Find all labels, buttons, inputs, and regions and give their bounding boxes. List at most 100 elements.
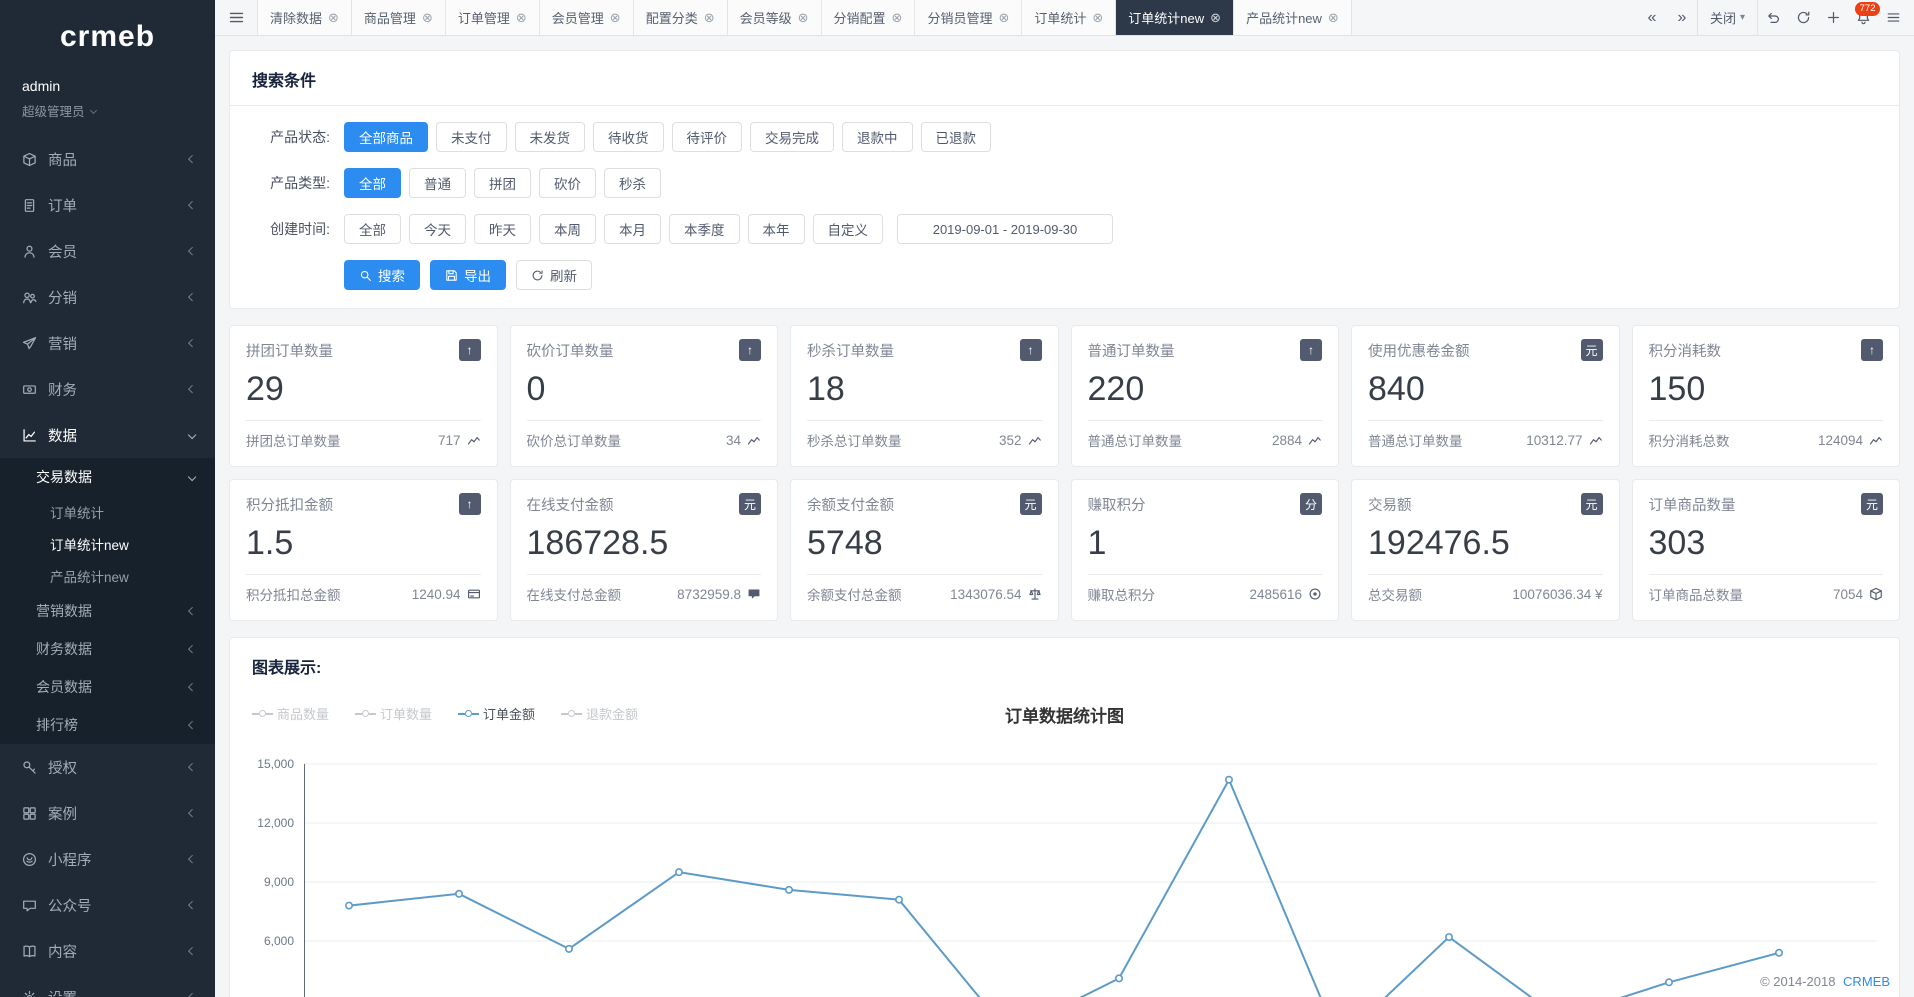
sidebar-item-finance-data[interactable]: 财务数据 (0, 630, 215, 668)
sidebar-item-trade-data[interactable]: 交易数据 (0, 458, 215, 496)
filter-option-button[interactable]: 交易完成 (750, 122, 834, 152)
sidebar-item-settings[interactable]: 设置 (0, 974, 215, 997)
filter-option-button[interactable]: 普通 (409, 168, 466, 198)
prev-tabs-button[interactable]: « (1637, 0, 1667, 35)
filter-option-button[interactable]: 拼团 (474, 168, 531, 198)
data-icon (22, 428, 37, 443)
tab-distribution-config[interactable]: 分销配置⊗ (822, 0, 916, 35)
stat-title: 积分抵扣金额 (246, 494, 333, 515)
undo-button[interactable] (1758, 0, 1788, 35)
sidebar-item-order[interactable]: 订单 (0, 182, 215, 228)
filter-option-button[interactable]: 待收货 (593, 122, 664, 152)
tab-order-stats-new[interactable]: 订单统计new⊗ (1116, 0, 1234, 35)
tab-order-stats[interactable]: 订单统计⊗ (1022, 0, 1116, 35)
filter-option-button[interactable]: 昨天 (474, 214, 531, 244)
filter-option-button[interactable]: 今天 (409, 214, 466, 244)
date-range-input[interactable]: 2019-09-01 - 2019-09-30 (897, 214, 1113, 244)
tab-close-icon[interactable]: ⊗ (422, 10, 433, 26)
tab-product-stats-new[interactable]: 产品统计new⊗ (1234, 0, 1352, 35)
sidebar-item-data[interactable]: 数据 (0, 412, 215, 458)
sidebar-item-order-stats[interactable]: 订单统计 (0, 496, 215, 528)
filter-option-button[interactable]: 秒杀 (604, 168, 661, 198)
sidebar-item-ranking[interactable]: 排行榜 (0, 706, 215, 744)
tab-member-level[interactable]: 会员等级⊗ (728, 0, 822, 35)
filter-option-button[interactable]: 砍价 (539, 168, 596, 198)
stat-foot-number: 352 (999, 433, 1022, 448)
search-button[interactable]: 搜索 (344, 260, 420, 290)
filter-option-button[interactable]: 全部 (344, 168, 401, 198)
tab-goods-manage[interactable]: 商品管理⊗ (352, 0, 446, 35)
tab-config-category[interactable]: 配置分类⊗ (634, 0, 728, 35)
stat-foot-label: 赚取总积分 (1088, 584, 1156, 604)
sidebar-item-distribution[interactable]: 分销 (0, 274, 215, 320)
crmeb-link[interactable]: CRMEB (1843, 974, 1890, 989)
sidebar-item-auth[interactable]: 授权 (0, 744, 215, 790)
stat-title: 赚取积分 (1088, 494, 1146, 515)
tab-close-icon[interactable]: ⊗ (798, 10, 809, 26)
sidebar-item-label: 财务 (48, 379, 189, 400)
legend-label: 订单金额 (483, 704, 535, 723)
next-tabs-button[interactable]: » (1667, 0, 1697, 35)
filter-option-button[interactable]: 退款中 (842, 122, 913, 152)
arrow-up-badge: ↑ (1020, 339, 1042, 361)
tab-order-manage[interactable]: 订单管理⊗ (446, 0, 540, 35)
tab-member-manage[interactable]: 会员管理⊗ (540, 0, 634, 35)
sidebar-item-miniprogram[interactable]: 小程序 (0, 836, 215, 882)
filter-option-button[interactable]: 本周 (539, 214, 596, 244)
sidebar-item-member[interactable]: 会员 (0, 228, 215, 274)
filter-option-button[interactable]: 未支付 (436, 122, 507, 152)
refresh-page-button[interactable] (1788, 0, 1818, 35)
legend-item-order-amount[interactable]: 订单金额 (458, 704, 535, 723)
chevron-left-icon (188, 855, 197, 864)
user-role-dropdown[interactable]: 超级管理员 (22, 101, 193, 120)
legend-item-refund-amount[interactable]: 退款金额 (561, 704, 638, 723)
tab-close-icon[interactable]: ⊗ (1210, 10, 1221, 26)
sidebar-item-goods[interactable]: 商品 (0, 136, 215, 182)
open-tabs: 清除数据⊗商品管理⊗订单管理⊗会员管理⊗配置分类⊗会员等级⊗分销配置⊗分销员管理… (257, 0, 1637, 35)
notifications-button[interactable]: 772 (1848, 0, 1878, 35)
filter-option-button[interactable]: 未发货 (515, 122, 586, 152)
stat-title: 使用优惠卷金额 (1368, 340, 1470, 361)
filter-option-button[interactable]: 本月 (604, 214, 661, 244)
tab-close-icon[interactable]: ⊗ (892, 10, 903, 26)
stat-title: 秒杀订单数量 (807, 340, 894, 361)
filter-option-button[interactable]: 自定义 (813, 214, 884, 244)
tab-close-icon[interactable]: ⊗ (704, 10, 715, 26)
filter-option-button[interactable]: 本年 (748, 214, 805, 244)
filter-option-button[interactable]: 全部 (344, 214, 401, 244)
tab-close-icon[interactable]: ⊗ (516, 10, 527, 26)
tab-close-icon[interactable]: ⊗ (998, 10, 1009, 26)
sidebar-item-marketing-data[interactable]: 营销数据 (0, 592, 215, 630)
tab-close-icon[interactable]: ⊗ (1092, 10, 1103, 26)
legend-item-goods-count[interactable]: 商品数量 (252, 704, 329, 723)
filter-option-button[interactable]: 待评价 (672, 122, 743, 152)
sidebar-item-case[interactable]: 案例 (0, 790, 215, 836)
sidebar-item-product-stats-new[interactable]: 产品统计new (0, 560, 215, 592)
tab-clear-data[interactable]: 清除数据⊗ (257, 0, 352, 35)
tab-distributor-manage[interactable]: 分销员管理⊗ (915, 0, 1022, 35)
button-label: 刷新 (550, 265, 577, 285)
sidebar-item-member-data[interactable]: 会员数据 (0, 668, 215, 706)
sidebar-item-official-account[interactable]: 公众号 (0, 882, 215, 928)
export-button[interactable]: 导出 (430, 260, 506, 290)
add-button[interactable] (1818, 0, 1848, 35)
tab-close-icon[interactable]: ⊗ (328, 10, 339, 26)
sidebar-item-finance[interactable]: 财务 (0, 366, 215, 412)
legend-symbol (355, 710, 376, 717)
sidebar-item-content[interactable]: 内容 (0, 928, 215, 974)
legend-item-order-count[interactable]: 订单数量 (355, 704, 432, 723)
refresh-button[interactable]: 刷新 (516, 260, 592, 290)
filter-option-button[interactable]: 已退款 (921, 122, 992, 152)
tab-close-icon[interactable]: ⊗ (610, 10, 621, 26)
tab-list-button[interactable] (1878, 0, 1908, 35)
filter-options: 全部商品未支付未发货待收货待评价交易完成退款中已退款 (344, 122, 991, 152)
close-tabs-dropdown[interactable]: 关闭▾ (1697, 0, 1758, 35)
tab-close-icon[interactable]: ⊗ (1328, 10, 1339, 26)
sidebar-collapse-button[interactable] (215, 0, 257, 35)
stat-card-normal-order-count: 普通订单数量↑220普通总订单数量2884 (1071, 325, 1340, 467)
filter-option-button[interactable]: 本季度 (669, 214, 740, 244)
sidebar-item-order-stats-new[interactable]: 订单统计new (0, 528, 215, 560)
filter-option-button[interactable]: 全部商品 (344, 122, 428, 152)
sidebar-item-marketing[interactable]: 营销 (0, 320, 215, 366)
stat-card-header: 交易额元 (1368, 493, 1603, 515)
